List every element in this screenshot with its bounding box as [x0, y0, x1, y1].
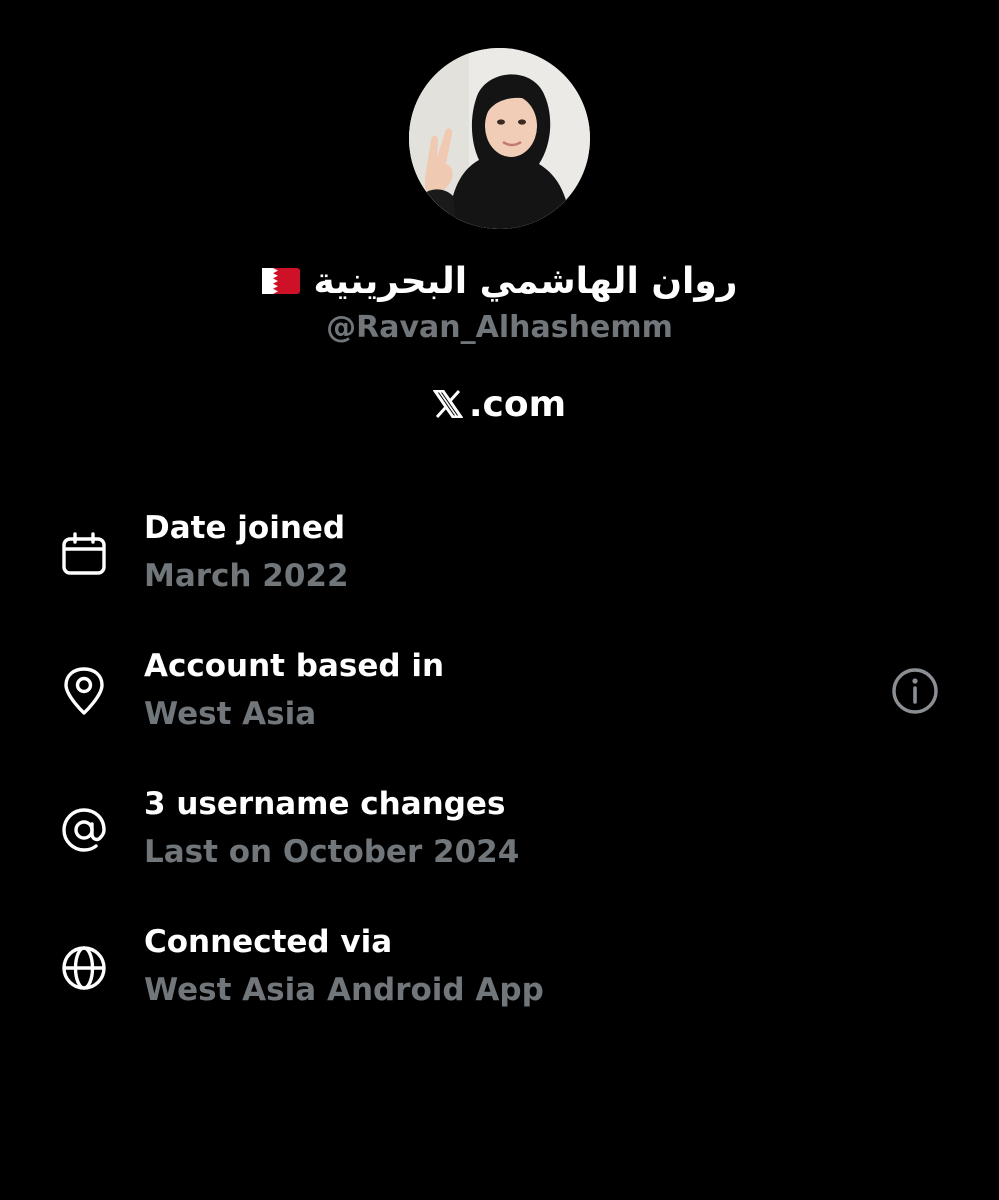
site-text: .com	[468, 383, 567, 425]
location-pin-icon	[60, 666, 108, 715]
at-sign-icon	[60, 806, 108, 854]
username-handle[interactable]: @Ravan_Alhashemm	[0, 310, 999, 345]
detail-title: 3 username changes	[144, 786, 506, 822]
display-name: روان الهاشمي البحرينية	[313, 260, 738, 302]
detail-row-account-based-in: Account based in West Asia	[0, 646, 999, 756]
detail-value: Last on October 2024	[144, 834, 520, 870]
info-icon[interactable]	[890, 666, 940, 716]
name-row: روان الهاشمي البحرينية	[0, 254, 999, 308]
detail-title: Account based in	[144, 648, 445, 684]
avatar-photo	[409, 48, 590, 229]
bahrain-flag-icon	[261, 268, 300, 294]
detail-row-date-joined: Date joined March 2022	[0, 508, 999, 618]
calendar-icon	[60, 530, 108, 578]
profile-header: روان الهاشمي البحرينية @Ravan_Alhashemm …	[0, 0, 999, 440]
detail-row-connected-via: Connected via West Asia Android App	[0, 922, 999, 1032]
detail-value: West Asia Android App	[144, 972, 544, 1008]
globe-icon	[60, 944, 108, 992]
detail-value: West Asia	[144, 696, 317, 732]
detail-value: March 2022	[144, 558, 349, 594]
detail-title: Date joined	[144, 510, 346, 546]
detail-row-username-changes: 3 username changes Last on October 2024	[0, 784, 999, 894]
site-link[interactable]: .com	[0, 380, 999, 428]
detail-title: Connected via	[144, 924, 393, 960]
x-logo-icon	[432, 390, 463, 418]
avatar[interactable]	[409, 48, 590, 229]
